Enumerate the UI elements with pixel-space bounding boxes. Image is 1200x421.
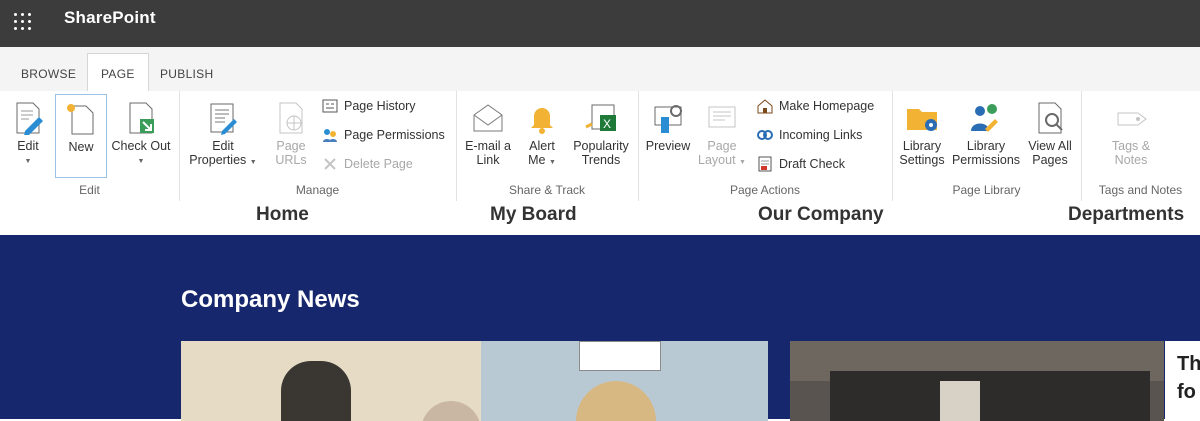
top-navigation: Home My Board Our Company Departments: [0, 201, 1200, 235]
edit-group-label: Edit: [79, 183, 100, 197]
app-launcher-icon[interactable]: [14, 13, 34, 33]
ribbon-tabs: BROWSE PAGE PUBLISH: [0, 47, 1200, 92]
share-track-group-label: Share & Track: [508, 183, 586, 197]
tags-notes-label-1: Tags &: [1111, 139, 1151, 153]
library-settings-label-2: Settings: [899, 153, 945, 167]
page-permissions-icon: [323, 129, 337, 142]
page-layout-button[interactable]: Page Layout ▼: [696, 91, 748, 170]
popularity-trends-label-1: Popularity: [573, 139, 629, 153]
view-all-pages-button[interactable]: View All Pages: [1024, 91, 1076, 167]
page-history-label: Page History: [344, 99, 416, 113]
page-urls-icon: [274, 101, 308, 135]
check-out-icon: [124, 101, 158, 135]
tags-notes-button[interactable]: Tags & Notes: [1101, 91, 1161, 167]
tags-notes-group-label: Tags and Notes: [1098, 183, 1183, 197]
library-permissions-button[interactable]: Library Permissions: [950, 91, 1022, 167]
page-history-icon: [322, 99, 338, 113]
page-urls-button[interactable]: Page URLs: [267, 91, 315, 167]
svg-text:X: X: [603, 117, 611, 131]
page-library-group-label: Page Library: [952, 183, 1021, 197]
library-settings-icon: [905, 101, 939, 135]
email-link-label-1: E-mail a: [465, 139, 511, 153]
home-icon: [757, 99, 773, 114]
nav-our-company[interactable]: Our Company: [758, 204, 884, 226]
alert-me-label-2: Me: [528, 153, 546, 167]
ribbon: Edit ▼ New Check Out ▼ Edit Edit Propert…: [0, 91, 1200, 202]
edit-properties-button[interactable]: Edit Properties ▼: [187, 91, 259, 170]
suite-bar: SharePoint: [0, 0, 1200, 47]
tab-browse[interactable]: BROWSE: [21, 67, 76, 81]
manage-group-label: Manage: [295, 183, 340, 197]
news-card-2-title-2: fo: [1177, 381, 1196, 403]
tag-icon: [1114, 101, 1148, 135]
nav-departments[interactable]: Departments: [1068, 204, 1184, 226]
preview-label: Preview: [645, 139, 691, 153]
preview-icon: [651, 101, 685, 135]
view-all-pages-label-2: Pages: [1032, 153, 1068, 167]
view-all-pages-icon: [1033, 101, 1067, 135]
tags-notes-group: Tags & Notes Tags and Notes: [1081, 91, 1200, 201]
edit-label: Edit: [17, 139, 39, 153]
excel-trends-icon: X: [584, 101, 618, 135]
news-card-image-2[interactable]: [790, 341, 1164, 421]
news-card-image-1[interactable]: [181, 341, 768, 421]
app-name[interactable]: SharePoint: [64, 8, 156, 28]
make-homepage-label: Make Homepage: [779, 99, 875, 113]
incoming-links-label: Incoming Links: [779, 128, 863, 142]
flag-sign: [579, 341, 661, 371]
page-urls-label-1: Page: [276, 139, 306, 153]
email-link-label-2: Link: [476, 153, 500, 167]
manage-group: Edit Properties ▼ Page URLs Page History…: [179, 91, 457, 201]
preview-button[interactable]: Preview: [644, 91, 692, 153]
new-button[interactable]: New: [55, 94, 107, 178]
library-permissions-label-1: Library: [966, 139, 1006, 153]
email-icon: [471, 101, 505, 135]
edit-properties-label-1: Edit: [212, 139, 234, 153]
bell-icon: [525, 101, 559, 135]
view-all-pages-label-1: View All: [1028, 139, 1072, 153]
delete-page-label: Delete Page: [344, 157, 413, 171]
popularity-trends-label-2: Trends: [581, 153, 621, 167]
page-actions-group-label: Page Actions: [729, 183, 801, 197]
new-page-icon: [64, 102, 98, 136]
news-card-text-2[interactable]: Th fo: [1165, 341, 1200, 421]
new-label: New: [68, 140, 94, 154]
alert-me-label-1: Alert: [529, 139, 555, 153]
tab-page[interactable]: PAGE: [87, 53, 149, 92]
draft-check-label: Draft Check: [779, 157, 845, 171]
draft-check-icon: [758, 156, 772, 172]
link-icon: [757, 130, 773, 140]
news-card-2-title-1: Th: [1177, 353, 1200, 375]
page-layout-icon: [705, 101, 739, 135]
section-title: Company News: [181, 286, 360, 313]
edit-group: Edit ▼ New Check Out ▼ Edit: [0, 91, 180, 201]
page-library-group: Library Settings Library Permissions Vie…: [892, 91, 1082, 201]
check-out-button[interactable]: Check Out ▼: [110, 91, 172, 169]
company-news-section: Company News Th fo: [0, 235, 1200, 421]
library-settings-button[interactable]: Library Settings: [896, 91, 948, 167]
page-urls-label-2: URLs: [275, 153, 307, 167]
nav-my-board[interactable]: My Board: [490, 204, 577, 226]
nav-home[interactable]: Home: [256, 204, 309, 226]
tags-notes-label-2: Notes: [1114, 153, 1148, 167]
page-permissions-label: Page Permissions: [344, 128, 445, 142]
delete-icon: [324, 158, 336, 170]
edit-properties-icon: [206, 101, 240, 135]
edit-page-icon: [11, 101, 45, 136]
library-settings-label-1: Library: [902, 139, 942, 153]
page-layout-label-1: Page: [707, 139, 737, 153]
page-actions-group: Preview Page Layout ▼ Make Homepage Inco…: [638, 91, 893, 201]
email-link-button[interactable]: E-mail a Link: [462, 91, 514, 167]
share-track-group: E-mail a Link Alert Me ▼ X Popularity Tr…: [456, 91, 639, 201]
library-permissions-icon: [969, 101, 1003, 135]
page-layout-label-2: Layout: [698, 153, 736, 167]
popularity-trends-button[interactable]: X Popularity Trends: [568, 91, 634, 167]
check-out-label: Check Out: [111, 139, 171, 153]
library-permissions-label-2: Permissions: [951, 153, 1021, 167]
edit-properties-label-2: Properties: [189, 153, 247, 167]
edit-button[interactable]: Edit ▼: [8, 91, 48, 169]
tab-publish[interactable]: PUBLISH: [160, 67, 213, 81]
alert-me-button[interactable]: Alert Me ▼: [520, 91, 564, 170]
